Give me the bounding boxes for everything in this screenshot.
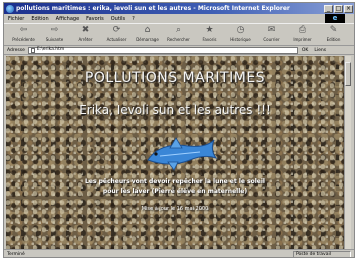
edit-button[interactable]: ✎ Edition [320,24,347,42]
menu-item-edition[interactable]: Edition [31,16,48,22]
mail-button[interactable]: ✉ Courrier [258,24,285,42]
address-bar: Adresse E:\erika.htm OK Liens [4,46,354,55]
page-subtitle: Erika, Ievoli sun et les autres !!! [79,103,271,117]
home-button[interactable]: ⌂ Démarrage [134,24,161,42]
forward-button[interactable]: ⇨ Suivante [41,24,68,42]
history-icon: ◷ [236,25,245,35]
menu-item-favoris[interactable]: Favoris [86,16,104,22]
menu-bar: Fichier Edition Affichage Favoris Outils… [4,14,354,23]
go-button[interactable]: OK [302,48,309,53]
quote-line-2: pour les laver (Pierre élève en maternel… [102,188,248,195]
update-date: Mise à jour le 16 mai 2000 [141,206,209,212]
search-label: Rechercher [167,37,190,42]
search-icon: ⌕ [175,25,182,35]
edit-icon: ✎ [329,25,338,35]
favorites-button[interactable]: ★ Favoris [196,24,223,42]
title-bar: pollutions maritimes : erika, ievoli sun… [4,3,354,14]
stop-icon: ✖ [81,25,90,35]
edit-label: Edition [326,37,341,42]
window-title: pollutions maritimes : erika, ievoli sun… [16,5,290,12]
back-arrow-icon: ⇦ [19,25,28,35]
ie-throbber-icon: e [325,14,345,23]
status-bar: Terminé Poste de travail [4,249,354,257]
page-content: POLLUTIONS MARITIMES Erika, Ievoli sun e… [6,56,351,249]
address-label: Adresse [7,47,25,53]
refresh-label: Actualiser [106,37,127,42]
stop-button[interactable]: ✖ Arrêter [72,24,99,42]
vertical-scrollbar[interactable] [344,56,351,249]
ie-icon [6,4,14,13]
menu-item-affichage[interactable]: Affichage [56,16,80,22]
back-label: Précédente [12,37,35,42]
mail-label: Courrier [263,37,280,42]
forward-arrow-icon: ⇨ [50,25,59,35]
toolbar: ⇦ Précédente ⇨ Suivante ✖ Arrêter ⟳ Actu… [4,23,354,46]
mail-icon: ✉ [267,25,276,35]
browser-window: pollutions maritimes : erika, ievoli sun… [3,2,355,258]
menu-item-help[interactable]: ? [132,16,135,22]
refresh-icon: ⟳ [112,25,121,35]
address-value: E:\erika.htm [36,47,65,52]
screenshot-photo: pollutions maritimes : erika, ievoli sun… [0,0,358,263]
maximize-button[interactable]: □ [334,4,343,13]
fish-illustration-icon [147,137,218,171]
security-zone: Poste de travail [293,250,351,257]
stop-label: Arrêter [78,37,93,42]
print-icon: ⎙ [298,25,307,35]
favorites-label: Favoris [202,37,217,42]
history-button[interactable]: ◷ Historique [227,24,254,42]
home-label: Démarrage [136,37,159,42]
page-icon [30,47,35,53]
menu-item-fichier[interactable]: Fichier [8,16,24,22]
status-text: Terminé [7,251,25,257]
close-button[interactable]: × [344,4,353,13]
history-label: Historique [230,37,251,42]
page-title: POLLUTIONS MARITIMES [84,70,266,86]
menu-item-outils[interactable]: Outils [111,16,125,22]
back-button[interactable]: ⇦ Précédente [10,24,37,42]
home-icon: ⌂ [144,25,151,35]
favorites-icon: ★ [205,25,214,35]
scrollbar-thumb[interactable] [345,62,351,86]
links-button[interactable]: Liens [314,48,326,53]
print-label: Imprimer [293,37,312,42]
print-button[interactable]: ⎙ Imprimer [289,24,316,42]
quote-line-1: Les pêcheurs vont devoir repêcher la lun… [85,178,265,185]
address-input[interactable]: E:\erika.htm [27,46,298,54]
refresh-button[interactable]: ⟳ Actualiser [103,24,130,42]
forward-label: Suivante [45,37,64,42]
search-button[interactable]: ⌕ Rechercher [165,24,192,42]
minimize-button[interactable]: _ [324,4,333,13]
